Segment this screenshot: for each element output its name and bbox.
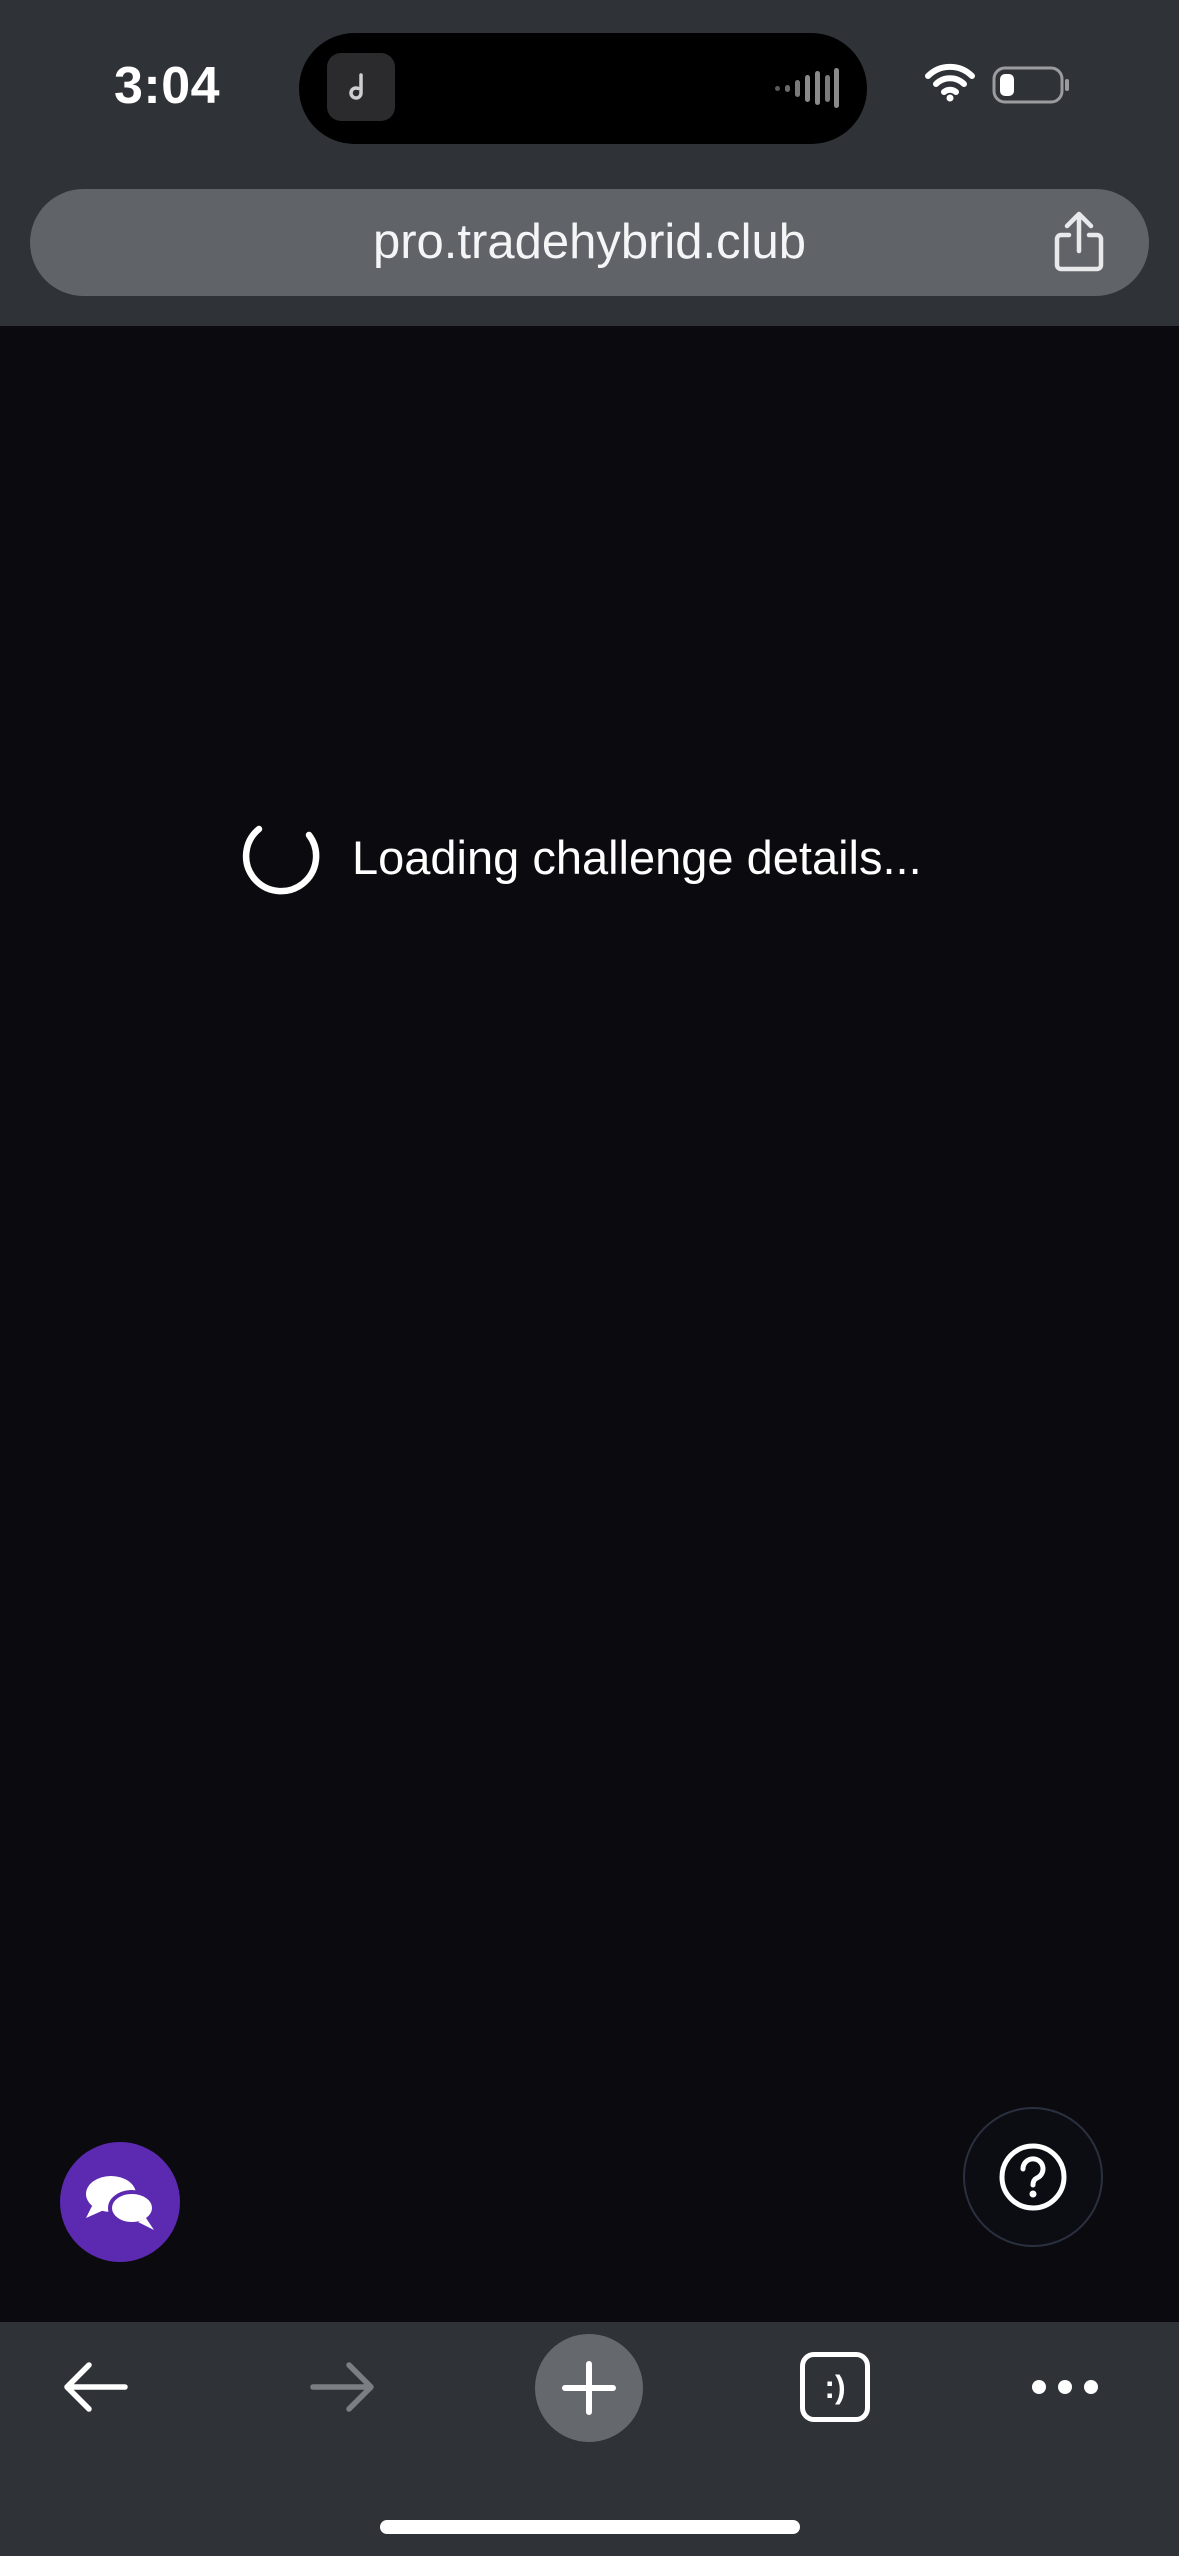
battery-icon — [992, 66, 1072, 111]
arrow-left-icon — [64, 2362, 128, 2412]
new-tab-button[interactable] — [535, 2334, 643, 2442]
home-indicator[interactable] — [380, 2520, 800, 2534]
status-time: 3:04 — [113, 57, 221, 115]
share-icon[interactable] — [1049, 209, 1109, 280]
url-text[interactable]: pro.tradehybrid.club — [30, 214, 1149, 270]
loading-spinner-icon — [242, 825, 320, 895]
chat-button[interactable] — [60, 2142, 180, 2262]
plus-icon — [562, 2361, 616, 2415]
back-button[interactable] — [45, 2332, 145, 2442]
tab-switcher-button[interactable]: :) — [790, 2332, 880, 2442]
now-playing-app-icon — [327, 53, 395, 121]
tab-count-icon: :) — [800, 2352, 870, 2422]
loading-indicator: Loading challenge details... — [240, 816, 922, 898]
tab-switcher-label: :) — [824, 2368, 846, 2405]
help-button[interactable] — [963, 2107, 1103, 2247]
wifi-icon — [925, 62, 975, 107]
dynamic-island — [299, 33, 867, 144]
more-dots-icon — [1032, 2380, 1098, 2394]
address-bar[interactable]: pro.tradehybrid.club — [30, 189, 1149, 296]
loading-text: Loading challenge details... — [352, 830, 922, 884]
more-menu-button[interactable] — [1010, 2332, 1120, 2442]
question-circle-icon — [999, 2143, 1067, 2211]
forward-button[interactable] — [293, 2332, 393, 2442]
chat-bubbles-icon — [86, 2176, 156, 2230]
audio-waveform-icon — [775, 66, 839, 115]
browser-top-bar: 3:04 pro.tradehybrid.club — [0, 0, 1179, 326]
arrow-right-icon — [310, 2362, 374, 2412]
